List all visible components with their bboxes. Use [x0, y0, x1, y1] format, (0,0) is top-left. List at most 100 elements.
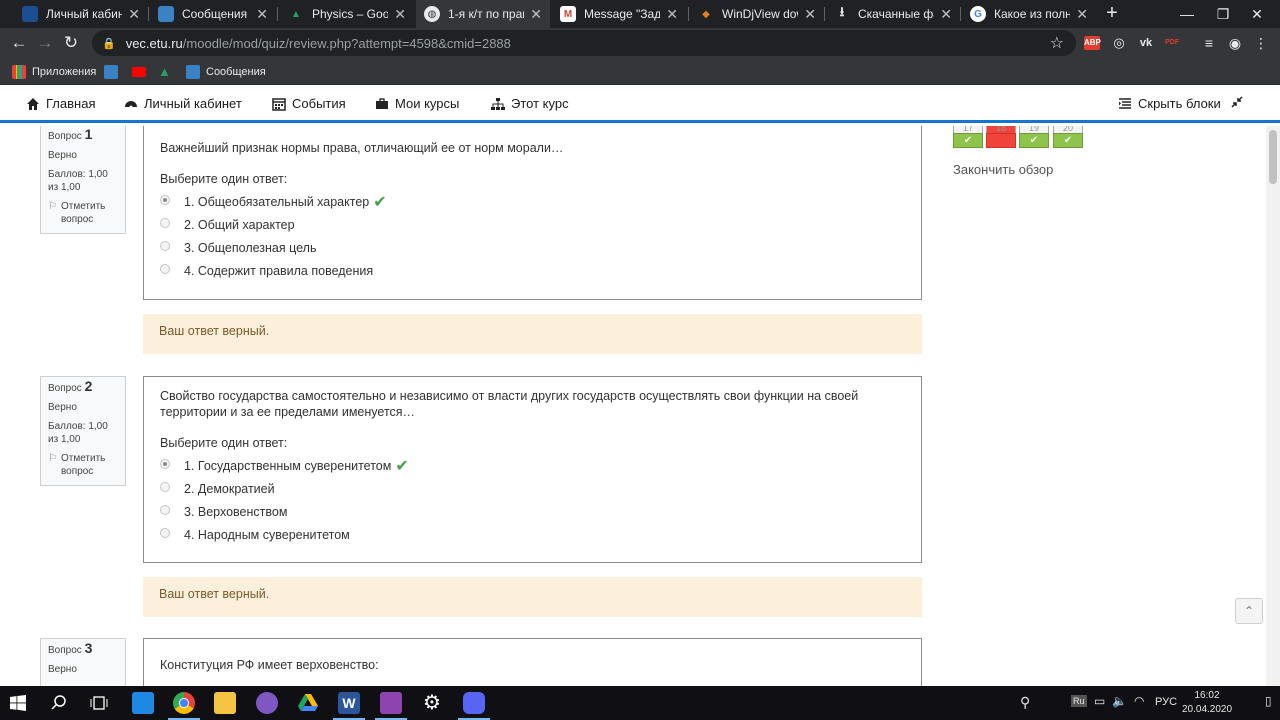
- quiz-nav-cell-18[interactable]: 18: [986, 126, 1016, 148]
- quiz-nav-cell-19[interactable]: 19 ✔: [1019, 126, 1049, 148]
- profile-avatar[interactable]: ◉: [1224, 32, 1246, 54]
- paint-app-icon[interactable]: [256, 692, 278, 714]
- nav-label: Этот курс: [511, 96, 569, 111]
- browser-tab-8[interactable]: G Какое из полномо ✕: [962, 0, 1096, 28]
- browser-tab-2[interactable]: Сообщения ✕: [150, 0, 276, 28]
- flag-question-link[interactable]: ⚐ Отметить вопрос: [48, 452, 118, 478]
- flag-question-link[interactable]: ⚐ Отметить вопрос: [48, 200, 118, 226]
- radio[interactable]: [160, 240, 170, 251]
- new-tab-button[interactable]: +: [1102, 3, 1122, 24]
- onenote-app-icon[interactable]: [380, 692, 402, 714]
- browser-tab-7[interactable]: ⭳ Скачанные файлы ✕: [826, 0, 960, 28]
- question-box-2: Свойство государства самостоятельно и не…: [143, 376, 922, 563]
- bookmark-youtube[interactable]: [132, 63, 152, 81]
- collapse-arrows-icon[interactable]: [1231, 96, 1243, 111]
- answer-label: 2. Демократией: [184, 481, 275, 496]
- clock-date: 20.04.2020: [1182, 704, 1233, 715]
- vk-extension-icon[interactable]: vk: [1138, 36, 1154, 50]
- settings-gear-icon[interactable]: ⚙: [421, 692, 443, 714]
- language-indicator[interactable]: Ru: [1071, 695, 1087, 707]
- radio-selected[interactable]: [160, 458, 170, 469]
- input-language[interactable]: РУС: [1155, 696, 1177, 708]
- answer-option[interactable]: 2. Демократией: [160, 477, 905, 500]
- menu-icon[interactable]: ⋮: [1250, 32, 1272, 54]
- tab-title: Скачанные файлы: [858, 7, 934, 21]
- bookmark-chat[interactable]: [104, 63, 124, 81]
- nav-my-courses[interactable]: Мои курсы: [375, 96, 459, 111]
- answer-prompt: Выберите один ответ:: [160, 436, 288, 450]
- close-tab-icon[interactable]: ✕: [666, 6, 678, 23]
- finish-review-link[interactable]: Закончить обзор: [953, 162, 1053, 177]
- bookmark-drive[interactable]: ▲: [158, 63, 178, 81]
- task-view-icon[interactable]: [90, 694, 108, 712]
- answer-option[interactable]: 4. Народным суверенитетом: [160, 523, 905, 546]
- notifications-icon[interactable]: ▯: [1265, 694, 1272, 708]
- system-clock[interactable]: 16:02 20.04.2020: [1182, 689, 1232, 717]
- browser-tab-1[interactable]: Личный кабинет с ✕: [14, 0, 148, 28]
- nav-cabinet[interactable]: Личный кабинет: [124, 96, 242, 111]
- reload-button[interactable]: ↻: [60, 32, 82, 54]
- forward-button[interactable]: →: [34, 32, 56, 54]
- radio[interactable]: [160, 263, 170, 274]
- google-drive-icon[interactable]: [297, 692, 319, 714]
- page-scrollbar[interactable]: [1266, 126, 1280, 686]
- quiz-review-content: Вопрос 1 Верно Баллов: 1,00 из 1,00 ⚐ От…: [0, 126, 1266, 686]
- tab-title: Какое из полномо: [994, 7, 1071, 21]
- chrome-icon[interactable]: [173, 692, 195, 714]
- nav-label: Мои курсы: [395, 96, 460, 111]
- discord-app-icon[interactable]: [463, 692, 485, 714]
- nav-events[interactable]: События: [272, 96, 346, 111]
- answer-option[interactable]: 2. Общий характер: [160, 213, 905, 236]
- radio[interactable]: [160, 217, 170, 228]
- close-tab-icon[interactable]: ✕: [394, 6, 406, 23]
- browser-tab-5[interactable]: M Message "Задани ✕: [552, 0, 686, 28]
- wifi-icon[interactable]: ◠: [1134, 694, 1144, 708]
- answer-option[interactable]: 3. Верховенством: [160, 500, 905, 523]
- media-controls-icon[interactable]: ≡: [1198, 32, 1220, 54]
- answer-list: 1. Государственным суверенитетом ✔ 2. Де…: [160, 454, 905, 546]
- search-icon[interactable]: [50, 694, 68, 712]
- radio[interactable]: [160, 527, 170, 538]
- address-bar[interactable]: 🔒 vec.etu.ru /moodle/mod/quiz/review.php…: [92, 30, 1076, 56]
- close-tab-icon[interactable]: ✕: [128, 6, 140, 23]
- nav-home[interactable]: Главная: [26, 96, 95, 111]
- close-tab-icon[interactable]: ✕: [530, 6, 542, 23]
- answer-option[interactable]: 4. Содержит правила поведения: [160, 259, 905, 282]
- answer-option[interactable]: 3. Общеполезная цель: [160, 236, 905, 259]
- quiz-nav-cell-20[interactable]: 20 ✔: [1053, 126, 1083, 148]
- browser-tab-3[interactable]: ▲ Physics – Google Д ✕: [280, 0, 414, 28]
- radio[interactable]: [160, 504, 170, 515]
- back-to-top-button[interactable]: ⌃: [1235, 598, 1263, 624]
- sitemap-icon: [491, 97, 505, 111]
- answer-option[interactable]: 1. Государственным суверенитетом ✔: [160, 454, 905, 477]
- back-button[interactable]: ←: [8, 32, 30, 54]
- pdf-extension-icon[interactable]: PDF: [1164, 36, 1180, 50]
- answer-option[interactable]: 1. Общеобязательный характер ✔: [160, 190, 905, 213]
- file-explorer-icon[interactable]: [214, 692, 236, 714]
- browser-tab-4[interactable]: ◍ 1-я к/т по правов ✕: [416, 0, 550, 28]
- adblock-extension-icon[interactable]: ABP: [1084, 36, 1101, 50]
- bookmark-star-icon[interactable]: ☆: [1050, 33, 1064, 53]
- close-tab-icon[interactable]: ✕: [256, 6, 268, 23]
- radio[interactable]: [160, 481, 170, 492]
- mail-app-icon[interactable]: [132, 692, 154, 714]
- browser-tab-6[interactable]: ◆ WinDjView downl ✕: [690, 0, 824, 28]
- close-window-button[interactable]: ✕: [1234, 0, 1280, 28]
- nav-this-course[interactable]: Этот курс: [491, 96, 569, 111]
- battery-icon[interactable]: ▭: [1094, 694, 1105, 708]
- answer-list: 1. Общеобязательный характер ✔ 2. Общий …: [160, 190, 905, 282]
- radio-selected[interactable]: [160, 194, 170, 205]
- close-tab-icon[interactable]: ✕: [804, 6, 816, 23]
- scrollbar-thumb[interactable]: [1269, 130, 1277, 184]
- word-app-icon[interactable]: W: [338, 692, 360, 714]
- hide-blocks-button[interactable]: Скрыть блоки: [1118, 96, 1243, 111]
- windows-start-icon[interactable]: [10, 695, 26, 711]
- bookmark-apps[interactable]: Приложения: [12, 63, 96, 81]
- extension-icon[interactable]: ◎: [1111, 36, 1127, 50]
- volume-icon[interactable]: 🔈: [1112, 694, 1127, 708]
- bookmark-messages[interactable]: Сообщения: [186, 63, 266, 81]
- quiz-nav-cell-17[interactable]: 17 ✔: [953, 126, 983, 148]
- close-tab-icon[interactable]: ✕: [1076, 6, 1088, 23]
- people-icon[interactable]: ⚲: [1020, 694, 1030, 711]
- close-tab-icon[interactable]: ✕: [940, 6, 952, 23]
